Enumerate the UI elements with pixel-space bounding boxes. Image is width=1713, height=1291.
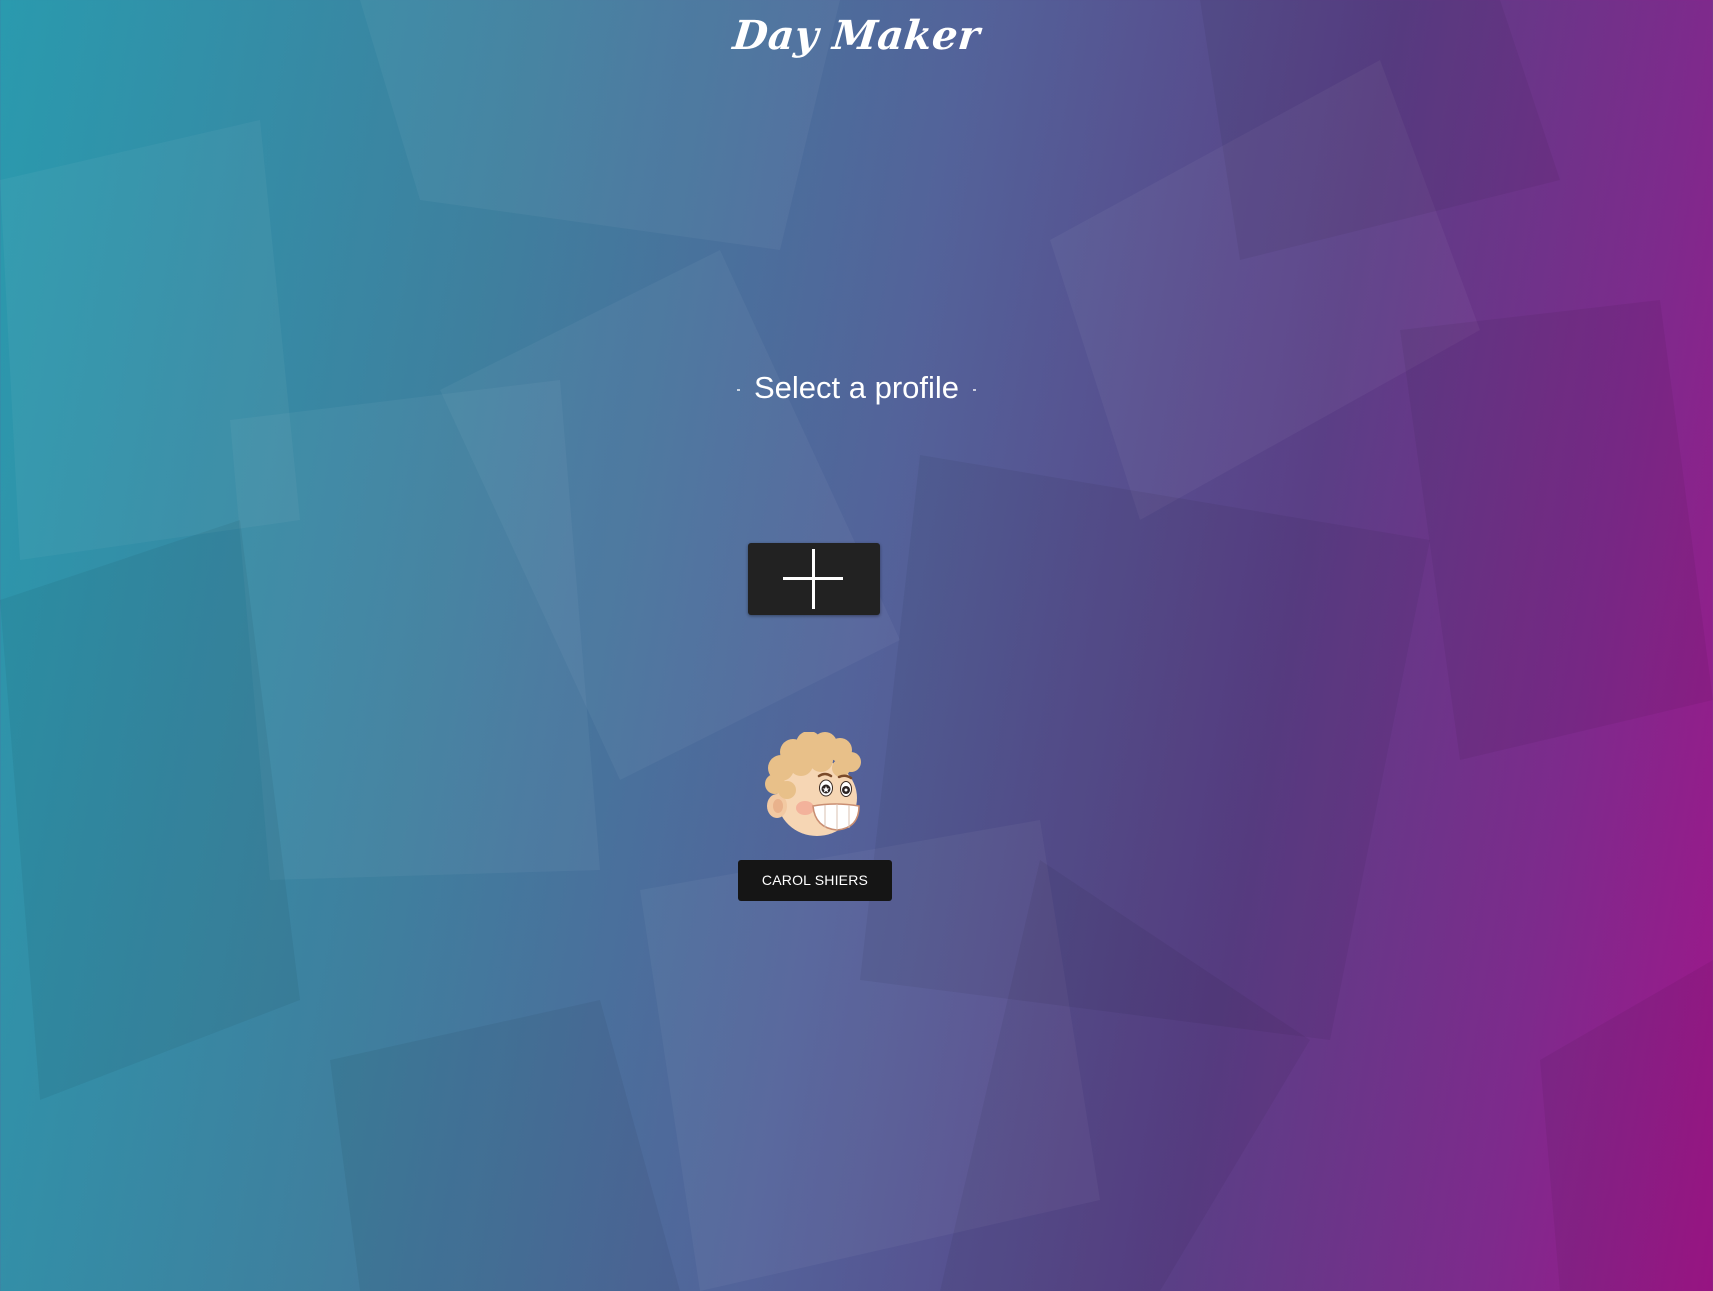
add-profile-button[interactable] — [748, 543, 880, 615]
left-decorative-dot — [736, 388, 740, 391]
plus-icon-horizontal — [783, 577, 843, 580]
select-profile-heading: Select a profile — [0, 370, 1713, 406]
cartoon-boy-avatar-icon — [765, 732, 861, 836]
background-pattern — [0, 0, 1713, 1291]
select-profile-label: Select a profile — [753, 370, 960, 405]
profile-name-button[interactable]: CAROL SHIERS — [738, 860, 892, 901]
app-title: Day Maker — [730, 12, 983, 59]
right-decorative-dot — [973, 388, 977, 391]
profile-card[interactable]: CAROL SHIERS — [738, 732, 892, 902]
